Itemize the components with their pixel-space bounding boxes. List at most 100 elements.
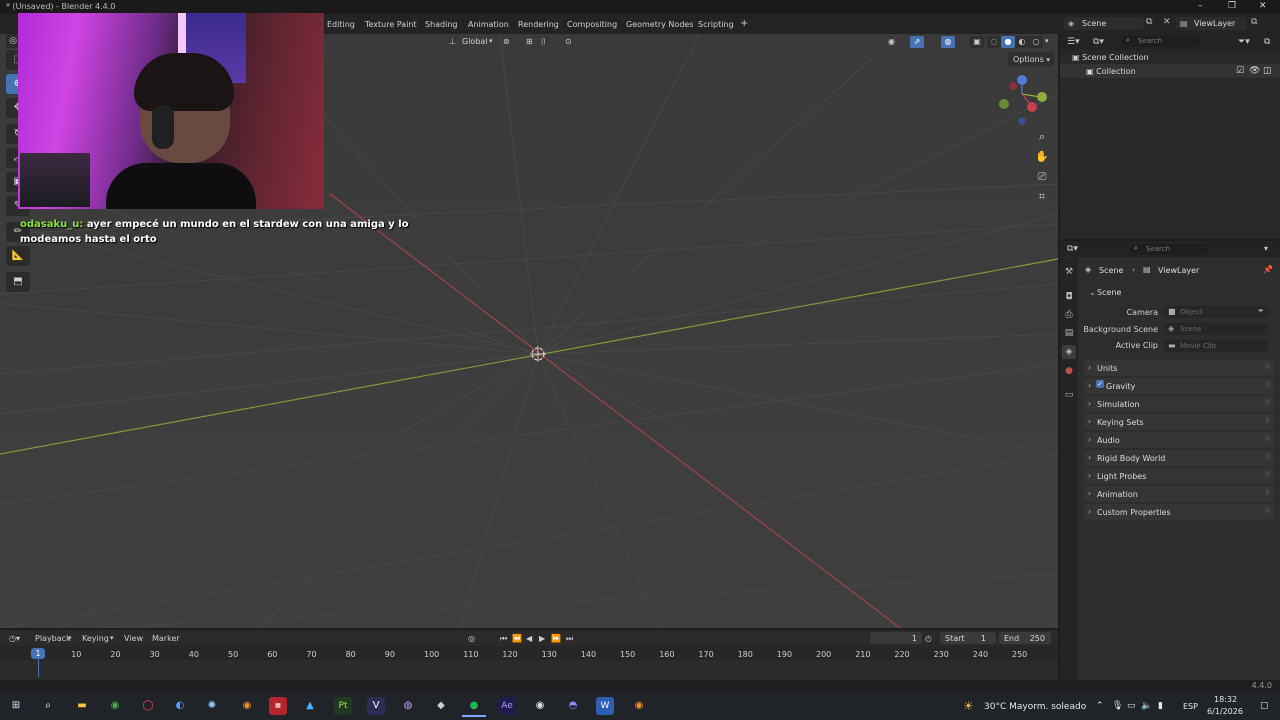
scene-tab-icon[interactable]: ◈ — [1062, 345, 1076, 359]
background-scene-field[interactable]: ◈ Scene — [1164, 323, 1268, 335]
obs-icon[interactable]: ◉ — [531, 697, 549, 715]
scene-section-title[interactable]: Scene — [1097, 288, 1121, 297]
panel-light-probes[interactable]: › Light Probes ⠿ — [1084, 468, 1274, 484]
new-viewlayer-icon[interactable]: ⧉ — [1251, 17, 1257, 27]
panel-units[interactable]: › Units ⠿ — [1084, 360, 1274, 376]
tab-scripting[interactable]: Scripting — [698, 20, 734, 29]
end-frame-field[interactable]: End 250 — [999, 632, 1051, 644]
playhead[interactable]: 1 — [31, 648, 45, 659]
drag-grip-icon[interactable]: ⠿ — [1265, 381, 1270, 389]
spotify-icon[interactable]: ● — [465, 697, 483, 715]
rendered-shading-button[interactable]: ○ — [1029, 36, 1043, 48]
chevron-down-icon[interactable]: ⌄ — [1089, 288, 1096, 297]
measure-tool[interactable]: 📐 — [6, 246, 30, 266]
current-frame-field[interactable]: 1 — [870, 632, 922, 644]
vegas-icon[interactable]: V — [367, 697, 385, 715]
gizmo-y-axis[interactable] — [1037, 92, 1047, 102]
snap-target-icon[interactable]: ⌷ — [541, 37, 546, 47]
view-layer-tab-icon[interactable]: ▤ — [1062, 326, 1076, 340]
drag-grip-icon[interactable]: ⠿ — [1265, 471, 1270, 479]
tab-rendering[interactable]: Rendering — [518, 20, 559, 29]
camera-render-icon[interactable]: ◫ — [1263, 66, 1272, 76]
drag-grip-icon[interactable]: ⠿ — [1265, 435, 1270, 443]
close-button[interactable]: ✕ — [1259, 1, 1267, 11]
eyedropper-icon[interactable]: ✒ — [1258, 307, 1264, 315]
next-keyframe-icon[interactable]: ⏩ — [551, 634, 561, 643]
tab-geometry-nodes[interactable]: Geometry Nodes — [626, 20, 693, 29]
outliner-editor-icon[interactable]: ☰▾ — [1067, 37, 1080, 47]
microphone-icon[interactable]: 🎙 — [1112, 701, 1123, 711]
camera-field[interactable]: ■ Object ✒ — [1164, 306, 1268, 318]
blender-running-icon[interactable]: ◉ — [630, 697, 648, 715]
solid-shading-button[interactable]: ● — [1001, 36, 1015, 48]
app-icon-globe[interactable]: ◍ — [399, 697, 417, 715]
scene-selector[interactable]: ◈ Scene — [1064, 17, 1144, 30]
tab-compositing[interactable]: Compositing — [567, 20, 617, 29]
gizmo-neg-z-axis[interactable] — [1018, 117, 1026, 125]
perspective-grid-icon[interactable]: ⌗ — [1032, 188, 1052, 206]
marker-menu[interactable]: Marker — [152, 634, 180, 643]
viewlayer-selector[interactable]: ▤ ViewLayer — [1176, 17, 1246, 30]
panel-audio[interactable]: › Audio ⠿ — [1084, 432, 1274, 448]
playback-menu[interactable]: Playback — [35, 634, 71, 643]
timeline-body[interactable] — [0, 660, 1058, 680]
word-icon[interactable]: W — [596, 697, 614, 715]
options-dropdown[interactable]: Options ▾ — [1008, 52, 1054, 66]
panel-simulation[interactable]: › Simulation ⠿ — [1084, 396, 1274, 412]
tab-texture-paint[interactable]: Texture Paint — [365, 20, 417, 29]
minimize-button[interactable]: – — [1198, 1, 1203, 11]
gizmo-toggle-button[interactable]: ⇗ — [910, 36, 924, 48]
properties-editor-icon[interactable]: ⧉▾ — [1067, 244, 1078, 254]
search-icon[interactable]: ⌕ — [39, 697, 57, 715]
pycharm-icon[interactable]: Pt — [334, 697, 352, 715]
panel-keying-sets[interactable]: › Keying Sets ⠿ — [1084, 414, 1274, 430]
collection-tab-icon[interactable]: ▭ — [1062, 388, 1076, 402]
new-collection-icon[interactable]: ⧉ — [1264, 37, 1270, 47]
chevron-up-icon[interactable]: ⌃ — [1096, 701, 1104, 711]
snap-icon[interactable]: ⊞ — [526, 37, 533, 46]
tab-shading[interactable]: Shading — [425, 20, 458, 29]
drag-grip-icon[interactable]: ⠿ — [1265, 489, 1270, 497]
zoom-icon[interactable]: ⌕ — [1032, 128, 1052, 146]
app-icon-spiral[interactable]: ✺ — [203, 697, 221, 715]
clock-time[interactable]: 18:32 — [1214, 695, 1237, 704]
output-tab-icon[interactable]: ⎙ — [1062, 308, 1076, 322]
exclude-checkbox[interactable]: ☑ — [1236, 66, 1244, 76]
drag-grip-icon[interactable]: ⠿ — [1265, 399, 1270, 407]
start-frame-field[interactable]: Start 1 — [940, 632, 996, 644]
outliner-search[interactable]: ⌕ Search — [1122, 36, 1200, 47]
xray-toggle-button[interactable]: ▣ — [970, 36, 984, 48]
discord-icon[interactable]: ◓ — [564, 697, 582, 715]
play-icon[interactable]: ▶ — [539, 634, 545, 643]
orientation-dropdown[interactable]: Global — [462, 37, 488, 46]
add-workspace-button[interactable]: + — [740, 18, 748, 29]
render-tab-icon[interactable]: ◘ — [1062, 290, 1076, 304]
after-effects-icon[interactable]: Ae — [498, 697, 516, 715]
unity-icon[interactable]: ◆ — [432, 697, 450, 715]
panel-rigid-body-world[interactable]: › Rigid Body World ⠿ — [1084, 450, 1274, 466]
blender-icon[interactable]: ◉ — [238, 697, 256, 715]
gizmo-z-axis[interactable] — [1017, 75, 1027, 85]
panel-gravity[interactable]: › ✓ Gravity ⠿ — [1084, 378, 1274, 394]
drag-grip-icon[interactable]: ⠿ — [1265, 417, 1270, 425]
battery-icon[interactable]: ▮ — [1158, 701, 1163, 711]
world-tab-icon[interactable]: ● — [1062, 364, 1076, 378]
display-mode-icon[interactable]: ⧉▾ — [1093, 37, 1104, 47]
auto-keying-icon[interactable]: ◎ — [468, 634, 475, 643]
maximize-button[interactable]: ❐ — [1228, 1, 1236, 11]
camera-view-icon[interactable]: ⎚ — [1032, 168, 1052, 186]
visibility-icon[interactable]: ◉ — [888, 37, 895, 46]
gizmo-neg-x-axis[interactable] — [1009, 82, 1017, 90]
pan-hand-icon[interactable]: ✋ — [1032, 148, 1052, 166]
chevron-down-icon[interactable]: ▾ — [1264, 244, 1268, 253]
language-indicator[interactable]: ESP — [1183, 702, 1198, 711]
network-icon[interactable]: ▭ — [1127, 701, 1136, 711]
outliner-row-scene-collection[interactable]: ▣ Scene Collection — [1072, 53, 1149, 62]
delete-scene-icon[interactable]: ✕ — [1163, 17, 1171, 27]
add-cube-tool[interactable]: ⬒ — [6, 272, 30, 292]
photos-icon[interactable]: ▲ — [301, 697, 319, 715]
notification-icon[interactable]: ▢ — [1260, 701, 1269, 711]
outliner-row-collection[interactable]: ▣ Collection — [1086, 67, 1136, 76]
orientation-icon[interactable]: ⊥ — [449, 37, 456, 46]
drag-grip-icon[interactable]: ⠿ — [1265, 507, 1270, 515]
